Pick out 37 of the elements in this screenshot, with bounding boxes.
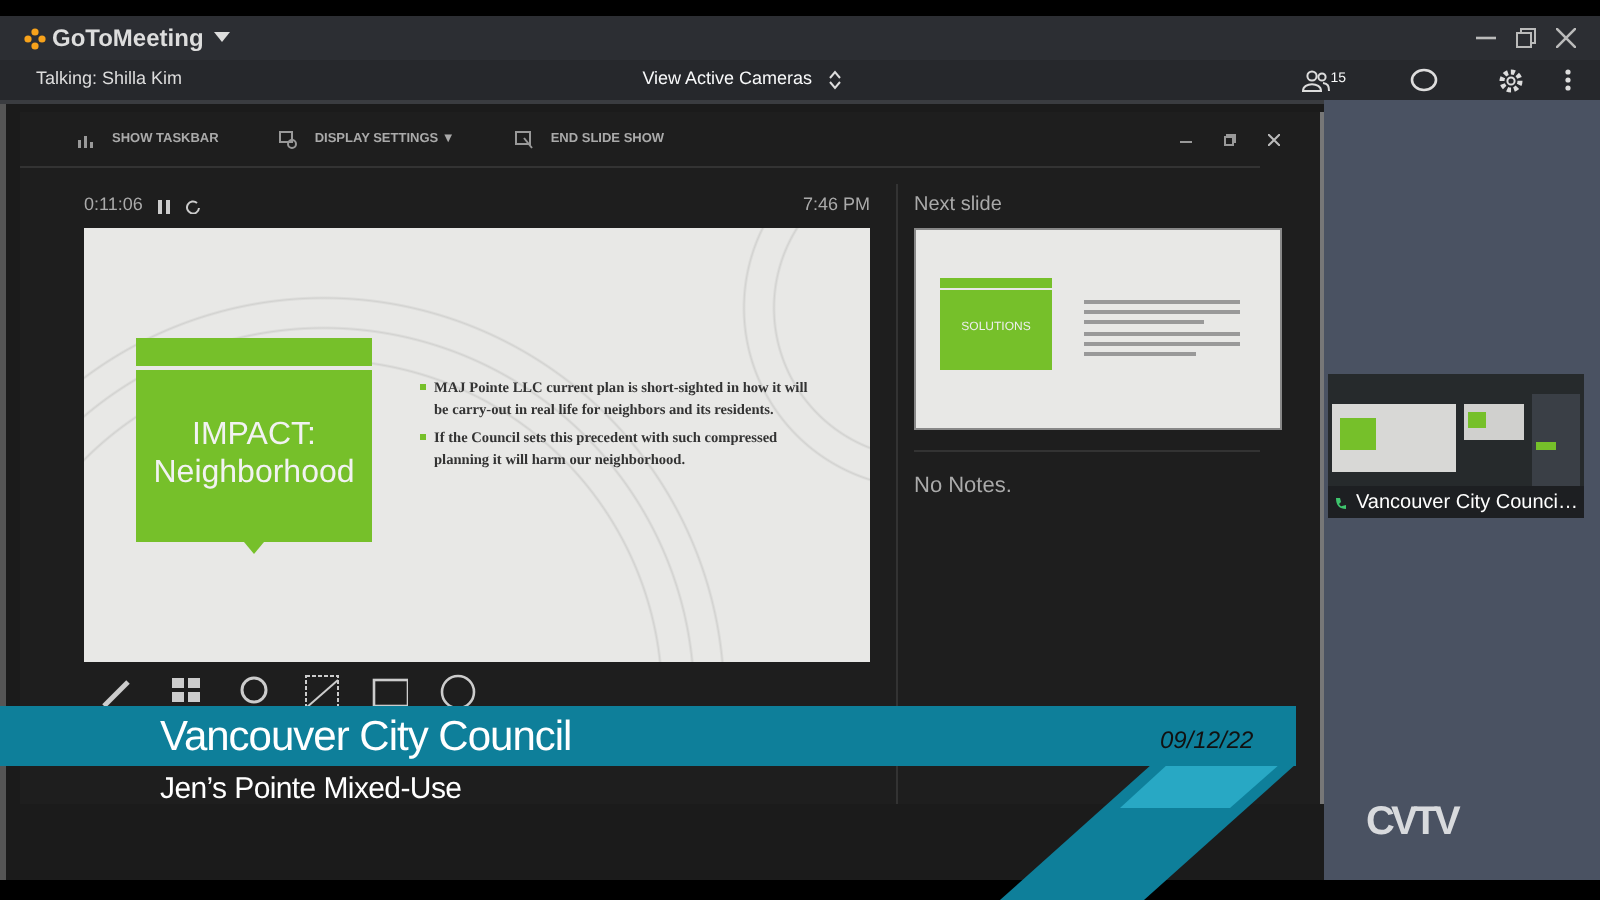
banner-title: Vancouver City Council xyxy=(160,712,572,764)
participant-video-thumbnail[interactable]: Vancouver City Counci… xyxy=(1328,374,1584,518)
settings-icon[interactable] xyxy=(1498,67,1525,93)
screen-icon[interactable] xyxy=(372,674,408,710)
slide-title-box: IMPACT: Neighborhood xyxy=(136,338,372,542)
crop-icon[interactable] xyxy=(304,674,340,710)
phone-icon xyxy=(1334,495,1348,509)
timer: 0:11:06 xyxy=(84,192,143,219)
next-slide-label: Next slide xyxy=(914,192,1004,220)
pen-icon[interactable] xyxy=(100,674,136,710)
end-icon xyxy=(514,129,535,149)
restart-icon[interactable] xyxy=(186,199,201,213)
pointer-notch xyxy=(244,542,264,554)
channel-logo: CVTV xyxy=(1366,798,1457,848)
bullet-mark xyxy=(420,434,426,441)
thumbnail-caption: Vancouver City Counci… xyxy=(1356,489,1578,517)
restore-icon[interactable] xyxy=(1224,133,1236,145)
notes-text: No Notes. xyxy=(914,472,1014,502)
banner-subtitle: Jen’s Pointe Mixed-Use xyxy=(160,770,462,810)
view-cameras-dropdown[interactable]: View Active Cameras xyxy=(642,66,843,94)
clock: 7:46 PM xyxy=(802,192,870,219)
more-icon[interactable] xyxy=(1564,68,1573,92)
pause-icon[interactable] xyxy=(158,199,171,213)
app-title: GoToMeeting xyxy=(52,22,204,56)
banner-date: 09/12/22 xyxy=(1160,724,1254,758)
chevron-icon xyxy=(828,70,843,90)
flower-icon xyxy=(24,27,46,49)
more-options-icon[interactable] xyxy=(440,674,476,710)
talking-label: Talking: Shilla Kim xyxy=(36,66,183,93)
bullet-mark xyxy=(420,384,426,390)
display-icon xyxy=(278,129,299,149)
close-icon[interactable] xyxy=(1268,133,1280,145)
chat-icon[interactable] xyxy=(1410,68,1439,92)
caret-icon[interactable] xyxy=(213,32,230,44)
people-icon xyxy=(1302,69,1331,91)
restore-icon[interactable] xyxy=(1516,28,1536,48)
close-icon[interactable] xyxy=(1556,28,1576,48)
